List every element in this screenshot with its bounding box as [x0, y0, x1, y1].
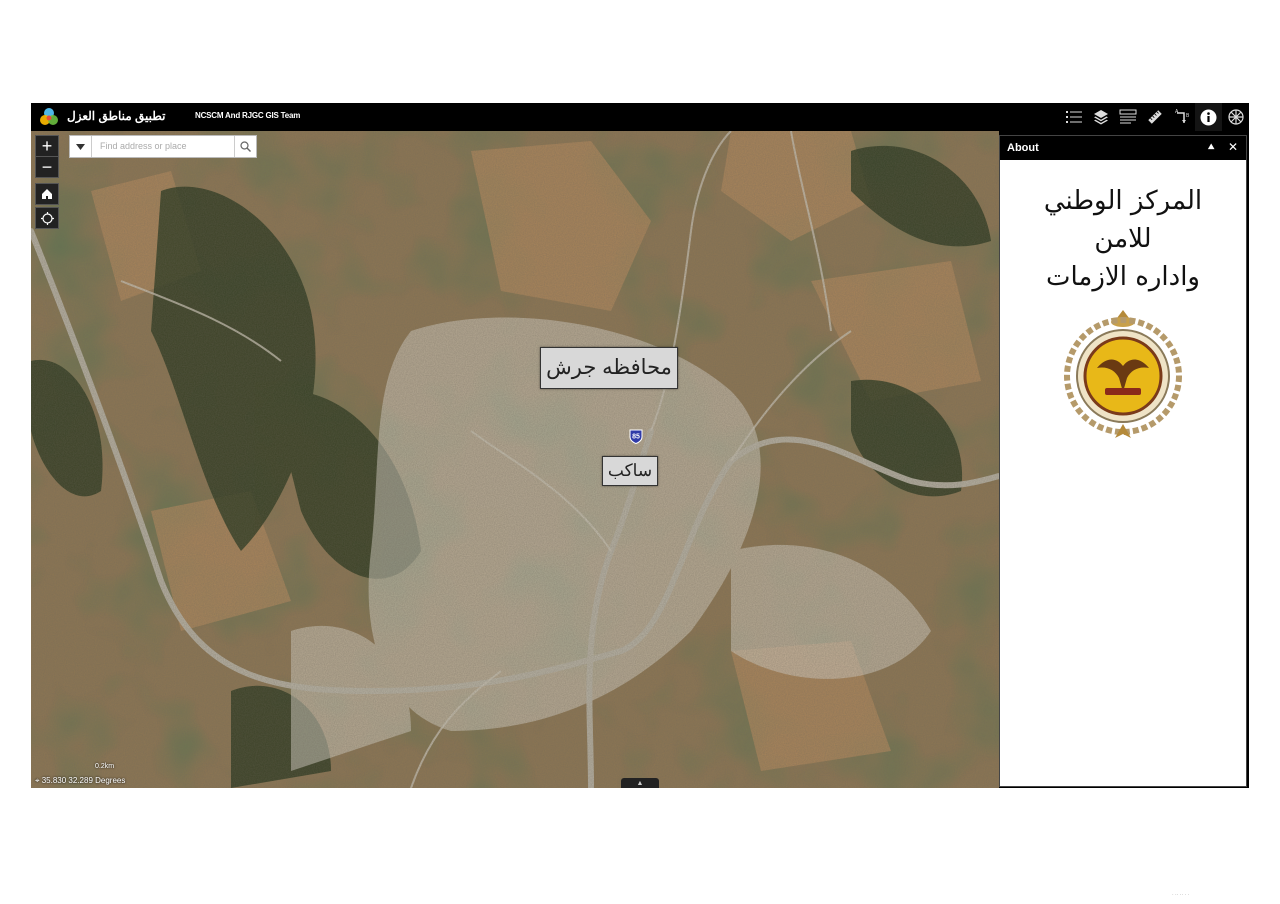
- coordinates-toggle-icon[interactable]: ⌖: [35, 776, 42, 785]
- route-shield-icon: 85: [629, 429, 643, 444]
- governorate-label: محافظه جرش: [540, 347, 678, 389]
- basemap-gallery-icon[interactable]: [1222, 103, 1249, 131]
- coordinates-text: 35.830 32.289 Degrees: [41, 776, 126, 785]
- search-input[interactable]: Find address or place: [92, 136, 234, 157]
- legend-list-icon[interactable]: [1060, 103, 1087, 131]
- about-info-icon[interactable]: [1195, 103, 1222, 131]
- search-button[interactable]: [234, 136, 256, 157]
- locate-icon: [40, 211, 54, 225]
- app-subtitle: NCSCM And RJGC GIS Team: [195, 111, 301, 120]
- about-panel: About ⯅ ✕ المركز الوطني للامن واداره الا…: [999, 135, 1247, 787]
- org-name-line-3: واداره الازمات: [1046, 262, 1200, 292]
- caret-down-icon: [76, 143, 85, 150]
- geocoder-search: Find address or place: [69, 135, 257, 158]
- about-panel-buttons: ⯅ ✕: [1206, 141, 1238, 154]
- coordinates-readout: ⌖ 35.830 32.289 Degrees: [35, 776, 125, 786]
- home-button[interactable]: [35, 183, 59, 205]
- measure-ruler-icon[interactable]: [1141, 103, 1168, 131]
- attribute-panel-tab[interactable]: ▲: [621, 778, 659, 788]
- footer-mark: · ·· ·· · ·: [1172, 892, 1190, 898]
- about-panel-header: About ⯅ ✕: [1000, 136, 1246, 160]
- attribute-table-icon[interactable]: [1114, 103, 1141, 131]
- directions-icon[interactable]: AB: [1168, 103, 1195, 131]
- close-icon[interactable]: ✕: [1228, 141, 1238, 154]
- route-number: 85: [632, 434, 640, 441]
- org-name-line-1: المركز الوطني: [1043, 186, 1203, 216]
- scale-bar: 0.2km: [95, 763, 115, 770]
- app-title: تطبيق مناطق العزل: [67, 109, 166, 123]
- locate-button[interactable]: [35, 207, 59, 229]
- widget-toolbar: AB: [1060, 103, 1249, 131]
- town-label: ساكب: [602, 456, 658, 486]
- svg-text:A: A: [1175, 109, 1179, 115]
- map-view[interactable]: + − Find address or place محافظه جرش 85 …: [31, 131, 999, 788]
- org-name-line-2: للامن: [1094, 224, 1152, 254]
- about-panel-title: About: [1007, 142, 1039, 154]
- layers-icon[interactable]: [1087, 103, 1114, 131]
- search-source-dropdown[interactable]: [70, 136, 92, 157]
- app-logo-icon: [40, 108, 58, 125]
- satellite-imagery: [31, 131, 999, 788]
- about-panel-body: المركز الوطني للامن واداره الازمات: [1000, 160, 1246, 440]
- svg-text:B: B: [1186, 113, 1190, 119]
- search-icon: [240, 141, 251, 152]
- organization-emblem: [1064, 310, 1182, 438]
- zoom-in-button[interactable]: +: [36, 136, 58, 156]
- zoom-out-button[interactable]: −: [36, 156, 58, 177]
- web-app-window: تطبيق مناطق العزل NCSCM And RJGC GIS Tea…: [31, 103, 1249, 788]
- app-header: تطبيق مناطق العزل NCSCM And RJGC GIS Tea…: [31, 103, 1249, 131]
- collapse-icon[interactable]: ⯅: [1206, 141, 1216, 154]
- home-icon: [42, 189, 52, 199]
- zoom-controls: + −: [35, 135, 59, 178]
